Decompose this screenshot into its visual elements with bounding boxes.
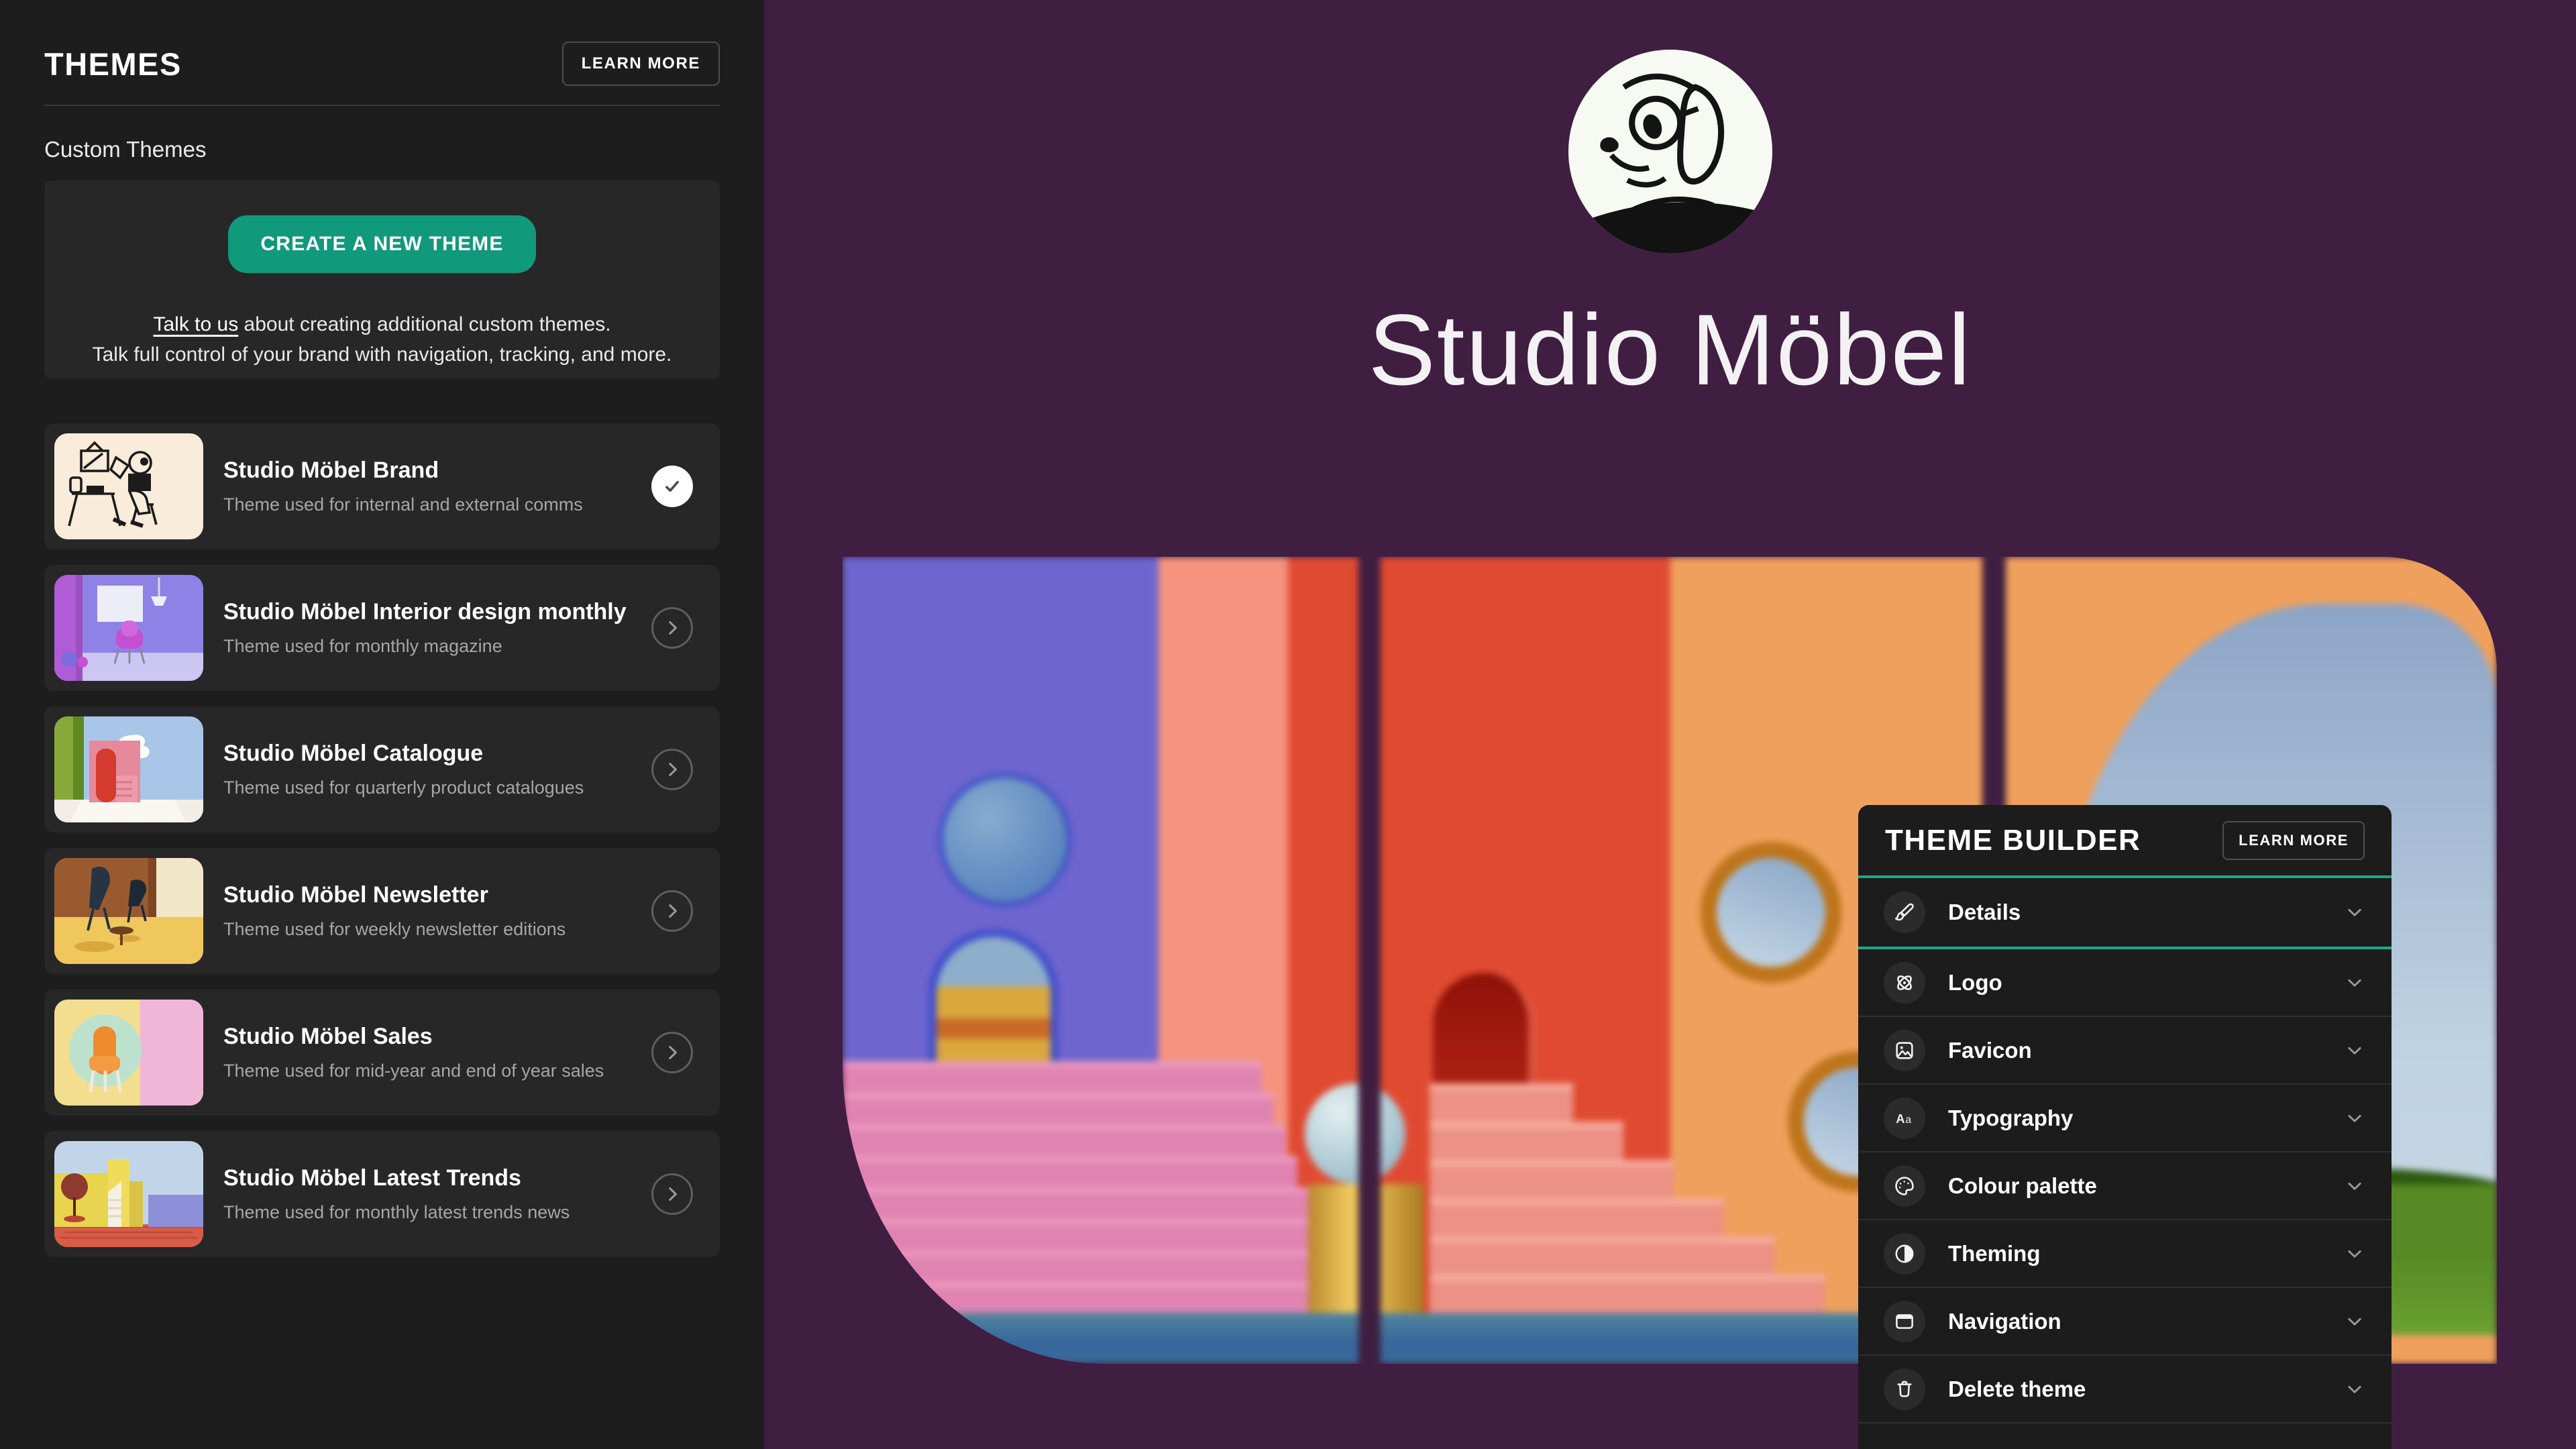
theme-thumbnail <box>54 716 203 822</box>
open-theme-chevron-icon[interactable] <box>651 749 693 790</box>
scene-divider-bar <box>1358 557 1381 1364</box>
chevron-down-icon <box>2343 1242 2366 1265</box>
studio-mobel-logo-icon <box>1563 44 1778 259</box>
open-theme-chevron-icon[interactable] <box>651 1032 693 1073</box>
paintbrush-icon <box>1884 892 1925 933</box>
builder-row-logo[interactable]: Logo <box>1858 949 2392 1017</box>
theme-card-text: Studio Möbel Interior design monthly The… <box>223 599 651 657</box>
page-title: THEMES <box>44 46 182 83</box>
builder-row-favicon[interactable]: Favicon <box>1858 1017 2392 1085</box>
themes-learn-more-button[interactable]: LEARN MORE <box>562 42 720 86</box>
brand-header: Studio Möbel <box>764 0 2576 408</box>
builder-row-colour-palette[interactable]: Colour palette <box>1858 1152 2392 1220</box>
window-icon <box>1884 1301 1925 1342</box>
palette-icon <box>1884 1165 1925 1207</box>
logo-mark-icon <box>1884 962 1925 1004</box>
builder-row-delete-theme[interactable]: Delete theme <box>1858 1356 2392 1424</box>
open-theme-chevron-icon[interactable] <box>651 890 693 932</box>
chevron-down-icon <box>2343 901 2366 924</box>
theme-card-text: Studio Möbel Catalogue Theme used for qu… <box>223 741 651 798</box>
theme-title: Studio Möbel Catalogue <box>223 741 651 767</box>
theme-card-brand[interactable]: Studio Möbel Brand Theme used for intern… <box>44 423 720 549</box>
theme-builder-title: THEME BUILDER <box>1885 824 2141 857</box>
scene-floor <box>843 1313 2006 1364</box>
theme-thumbnail <box>54 858 203 964</box>
theme-card-trends[interactable]: Studio Möbel Latest Trends Theme used fo… <box>44 1131 720 1257</box>
theme-thumbnail <box>54 1141 203 1247</box>
theme-description: Theme used for weekly newsletter edition… <box>223 919 651 940</box>
theme-description: Theme used for quarterly product catalog… <box>223 777 651 798</box>
trash-icon <box>1884 1368 1925 1410</box>
scene-round-window-1 <box>1701 842 1841 983</box>
theme-title: Studio Möbel Latest Trends <box>223 1165 651 1191</box>
create-theme-box: CREATE A NEW THEME Talk to us about crea… <box>44 180 720 379</box>
theme-card-text: Studio Möbel Newsletter Theme used for w… <box>223 882 651 940</box>
svg-text:A: A <box>1896 1112 1904 1126</box>
builder-row-theming[interactable]: Theming <box>1858 1220 2392 1288</box>
theme-thumbnail <box>54 1000 203 1106</box>
theme-thumbnail <box>54 433 203 539</box>
theme-list: Studio Möbel Brand Theme used for intern… <box>44 423 720 1257</box>
theme-card-interior[interactable]: Studio Möbel Interior design monthly The… <box>44 565 720 691</box>
chevron-down-icon <box>2343 971 2366 994</box>
theme-title: Studio Möbel Newsletter <box>223 882 651 908</box>
themes-page: THEMES LEARN MORE Custom Themes CREATE A… <box>0 0 2576 1449</box>
theme-description: Theme used for mid-year and end of year … <box>223 1061 651 1081</box>
custom-themes-promo-text: Talk to us about creating additional cus… <box>44 309 720 370</box>
image-icon <box>1884 1030 1925 1071</box>
theme-card-catalogue[interactable]: Studio Möbel Catalogue Theme used for qu… <box>44 706 720 833</box>
theme-builder-panel: THEME BUILDER LEARN MORE Details Logo Fa… <box>1858 805 2392 1449</box>
theme-card-text: Studio Möbel Sales Theme used for mid-ye… <box>223 1024 651 1081</box>
theme-description: Theme used for monthly latest trends new… <box>223 1202 651 1223</box>
theme-card-text: Studio Möbel Brand Theme used for intern… <box>223 458 651 515</box>
theme-card-text: Studio Möbel Latest Trends Theme used fo… <box>223 1165 651 1223</box>
talk-to-us-link[interactable]: Talk to us <box>153 313 238 335</box>
themes-sidebar: THEMES LEARN MORE Custom Themes CREATE A… <box>0 0 764 1449</box>
divider <box>44 105 720 106</box>
promo-line1-text: about creating additional custom themes. <box>238 313 610 335</box>
theme-card-sales[interactable]: Studio Möbel Sales Theme used for mid-ye… <box>44 989 720 1116</box>
promo-line2-text: Talk full control of your brand with nav… <box>44 339 720 370</box>
custom-themes-heading: Custom Themes <box>44 137 720 162</box>
theme-thumbnail <box>54 575 203 681</box>
builder-row-details[interactable]: Details <box>1858 878 2392 949</box>
theme-builder-rows: Details Logo Favicon Aa Typography Colou… <box>1858 878 2392 1424</box>
scene-porthole <box>938 773 1072 907</box>
open-theme-chevron-icon[interactable] <box>651 607 693 649</box>
chevron-down-icon <box>2343 1378 2366 1401</box>
contrast-icon <box>1884 1233 1925 1275</box>
open-theme-chevron-icon[interactable] <box>651 1173 693 1215</box>
selected-check-icon <box>651 466 693 507</box>
chevron-down-icon <box>2343 1175 2366 1197</box>
chevron-down-icon <box>2343 1107 2366 1130</box>
builder-row-navigation[interactable]: Navigation <box>1858 1288 2392 1356</box>
sidebar-header: THEMES LEARN MORE <box>44 0 720 86</box>
builder-learn-more-button[interactable]: LEARN MORE <box>2222 821 2365 860</box>
typography-icon: Aa <box>1884 1097 1925 1139</box>
scene-sphere <box>1305 1083 1405 1184</box>
theme-description: Theme used for monthly magazine <box>223 636 651 657</box>
theme-title: Studio Möbel Brand <box>223 458 651 484</box>
theme-title: Studio Möbel Interior design monthly <box>223 599 651 625</box>
theme-title: Studio Möbel Sales <box>223 1024 651 1050</box>
theme-card-newsletter[interactable]: Studio Möbel Newsletter Theme used for w… <box>44 848 720 974</box>
brand-name-text: Studio Möbel <box>764 292 2576 408</box>
create-new-theme-button[interactable]: CREATE A NEW THEME <box>228 215 535 273</box>
theme-builder-header: THEME BUILDER LEARN MORE <box>1858 805 2392 875</box>
theme-preview-area: Studio Möbel <box>764 0 2576 1449</box>
builder-row-typography[interactable]: Aa Typography <box>1858 1085 2392 1152</box>
chevron-down-icon <box>2343 1310 2366 1333</box>
theme-description: Theme used for internal and external com… <box>223 494 651 515</box>
svg-text:a: a <box>1905 1114 1911 1126</box>
chevron-down-icon <box>2343 1039 2366 1062</box>
